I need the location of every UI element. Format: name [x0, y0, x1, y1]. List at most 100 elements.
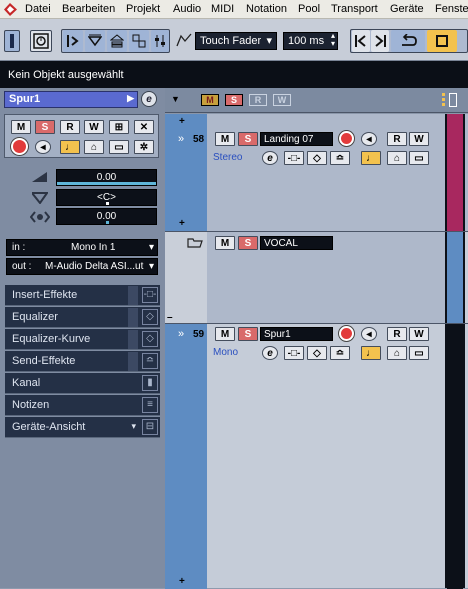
- menu-transport[interactable]: Transport: [331, 3, 378, 15]
- menu-pool[interactable]: Pool: [298, 3, 320, 15]
- go-to-right-locator-button[interactable]: [371, 30, 389, 52]
- track-monitor-button[interactable]: ◂: [361, 327, 377, 341]
- track-record-button[interactable]: [339, 326, 354, 341]
- track-eq-button[interactable]: ◇: [307, 151, 327, 165]
- track-lanes-button[interactable]: ▭: [409, 151, 429, 165]
- track-send-button[interactable]: ≏: [330, 346, 350, 360]
- section-channel[interactable]: Kanal ▮: [5, 373, 160, 394]
- track-scale-button[interactable]: [449, 93, 457, 107]
- inspector-track-name[interactable]: Spur1 ▶: [4, 91, 138, 108]
- edit-channel-button[interactable]: e: [141, 91, 157, 107]
- track-solo-button[interactable]: S: [238, 132, 258, 146]
- track-mute-button[interactable]: M: [215, 327, 235, 341]
- track-read-button[interactable]: R: [387, 327, 407, 341]
- global-solo-button[interactable]: S: [225, 94, 243, 106]
- read-automation-button[interactable]: R: [60, 120, 80, 134]
- cycle-button[interactable]: [391, 30, 425, 52]
- track-write-button[interactable]: W: [409, 327, 429, 341]
- settings-button[interactable]: ✲: [134, 140, 154, 154]
- track-name-field[interactable]: Spur1: [260, 327, 333, 341]
- menu-notation[interactable]: Notation: [246, 3, 287, 15]
- global-write-button[interactable]: W: [273, 94, 291, 106]
- menu-bearbeiten[interactable]: Bearbeiten: [62, 3, 115, 15]
- track-row[interactable]: M S VOCAL –: [165, 231, 468, 324]
- track-solo-button[interactable]: S: [238, 327, 258, 341]
- stop-button[interactable]: [427, 30, 457, 52]
- inspector-toggle-button[interactable]: [4, 30, 20, 52]
- track-read-button[interactable]: R: [387, 132, 407, 146]
- record-enable-button[interactable]: [11, 138, 28, 155]
- menu-datei[interactable]: Datei: [25, 3, 51, 15]
- spinner-icon[interactable]: ▴ ▾: [331, 32, 335, 48]
- track-monitor-button[interactable]: ◂: [361, 132, 377, 146]
- section-device-view[interactable]: Geräte-Ansicht ▾ ⊟: [5, 417, 160, 438]
- track-row[interactable]: + » 58 + M S Landing 07 ◂ R W Stereo e -…: [165, 114, 468, 231]
- track-mute-button[interactable]: M: [215, 132, 235, 146]
- track-edit-button[interactable]: e: [262, 346, 278, 360]
- track-name-field[interactable]: Landing 07: [260, 132, 333, 146]
- send-icon: ≏: [335, 347, 345, 359]
- track-send-button[interactable]: ≏: [330, 151, 350, 165]
- freeze-button[interactable]: ✕: [134, 120, 154, 134]
- expand-track-icon[interactable]: »: [178, 133, 184, 145]
- global-mute-button[interactable]: M: [201, 94, 219, 106]
- section-equalizer-curve[interactable]: Equalizer-Kurve ◇: [5, 329, 160, 350]
- track-lock-button[interactable]: ⌂: [387, 346, 407, 360]
- section-equalizer[interactable]: Equalizer ◇: [5, 307, 160, 328]
- section-send-effects[interactable]: Send-Effekte ≏: [5, 351, 160, 372]
- section-insert-effects[interactable]: Insert-Effekte -□-: [5, 285, 160, 306]
- mute-button[interactable]: M: [11, 120, 31, 134]
- track-insert-button[interactable]: -□-: [284, 151, 304, 165]
- input-routing-dropdown[interactable]: in : Mono In 1 ▾: [6, 239, 158, 256]
- track-music-time-button[interactable]: ♩: [361, 151, 381, 165]
- track-record-button[interactable]: [339, 131, 354, 146]
- nudge-value-field[interactable]: 100 ms ▴ ▾: [283, 32, 338, 50]
- track-solo-button[interactable]: S: [238, 236, 258, 250]
- menu-fenster[interactable]: Fenste: [435, 3, 468, 15]
- pan-field[interactable]: <C>: [56, 189, 157, 206]
- expand-plus-icon[interactable]: +: [179, 116, 185, 127]
- track-write-button[interactable]: W: [409, 132, 429, 146]
- track-insert-button[interactable]: -□-: [284, 346, 304, 360]
- channel-settings-button[interactable]: [129, 30, 149, 52]
- track-music-time-button[interactable]: ♩: [361, 346, 381, 360]
- menu-geraete[interactable]: Geräte: [390, 3, 424, 15]
- music-time-button[interactable]: ♩: [60, 140, 80, 154]
- automation-mode-dropdown[interactable]: Touch Fader ▾: [195, 32, 277, 50]
- track-row[interactable]: » 59 + M S Spur1 ◂ R W Mono e -□- ◇ ≏ ♩ …: [165, 323, 468, 589]
- expand-track-icon[interactable]: »: [178, 328, 184, 340]
- menu-projekt[interactable]: Projekt: [126, 3, 160, 15]
- toolbar: Touch Fader ▾ 100 ms ▴ ▾: [0, 19, 468, 61]
- menu-audio[interactable]: Audio: [173, 3, 201, 15]
- menu-midi[interactable]: MIDI: [211, 3, 234, 15]
- monitor-button[interactable]: ◂: [35, 140, 51, 154]
- expand-plus-icon[interactable]: +: [179, 218, 185, 229]
- filter-button[interactable]: [85, 30, 105, 52]
- folder-icon[interactable]: [187, 236, 203, 248]
- volume-field[interactable]: 0.00: [56, 169, 157, 186]
- stack-button[interactable]: [107, 30, 127, 52]
- collapse-minus-icon[interactable]: –: [167, 312, 173, 323]
- stack-icon: [110, 34, 124, 48]
- mixer-button[interactable]: [151, 30, 169, 52]
- lock-button[interactable]: ⌂: [84, 140, 104, 154]
- track-name-field[interactable]: VOCAL: [260, 236, 333, 250]
- lanes-button[interactable]: ▭: [109, 140, 129, 154]
- track-lanes-button[interactable]: ▭: [409, 346, 429, 360]
- global-read-button[interactable]: R: [249, 94, 267, 106]
- go-to-left-locator-button[interactable]: [352, 30, 370, 52]
- autoscroll-button[interactable]: [63, 30, 83, 52]
- expand-plus-icon[interactable]: +: [179, 576, 185, 587]
- solo-button[interactable]: S: [35, 120, 55, 134]
- track-lock-button[interactable]: ⌂: [387, 151, 407, 165]
- delay-field[interactable]: 0.00: [56, 208, 157, 225]
- section-notes[interactable]: Notizen ≡: [5, 395, 160, 416]
- constrain-delay-button[interactable]: [30, 30, 52, 52]
- output-routing-dropdown[interactable]: out : M-Audio Delta ASI...ut ▾: [6, 258, 158, 275]
- write-automation-button[interactable]: W: [84, 120, 104, 134]
- folder-view-button[interactable]: ⊞: [109, 120, 129, 134]
- track-mute-button[interactable]: M: [215, 236, 235, 250]
- chevron-down-icon[interactable]: ▼: [171, 94, 180, 104]
- track-edit-button[interactable]: e: [262, 151, 278, 165]
- track-eq-button[interactable]: ◇: [307, 346, 327, 360]
